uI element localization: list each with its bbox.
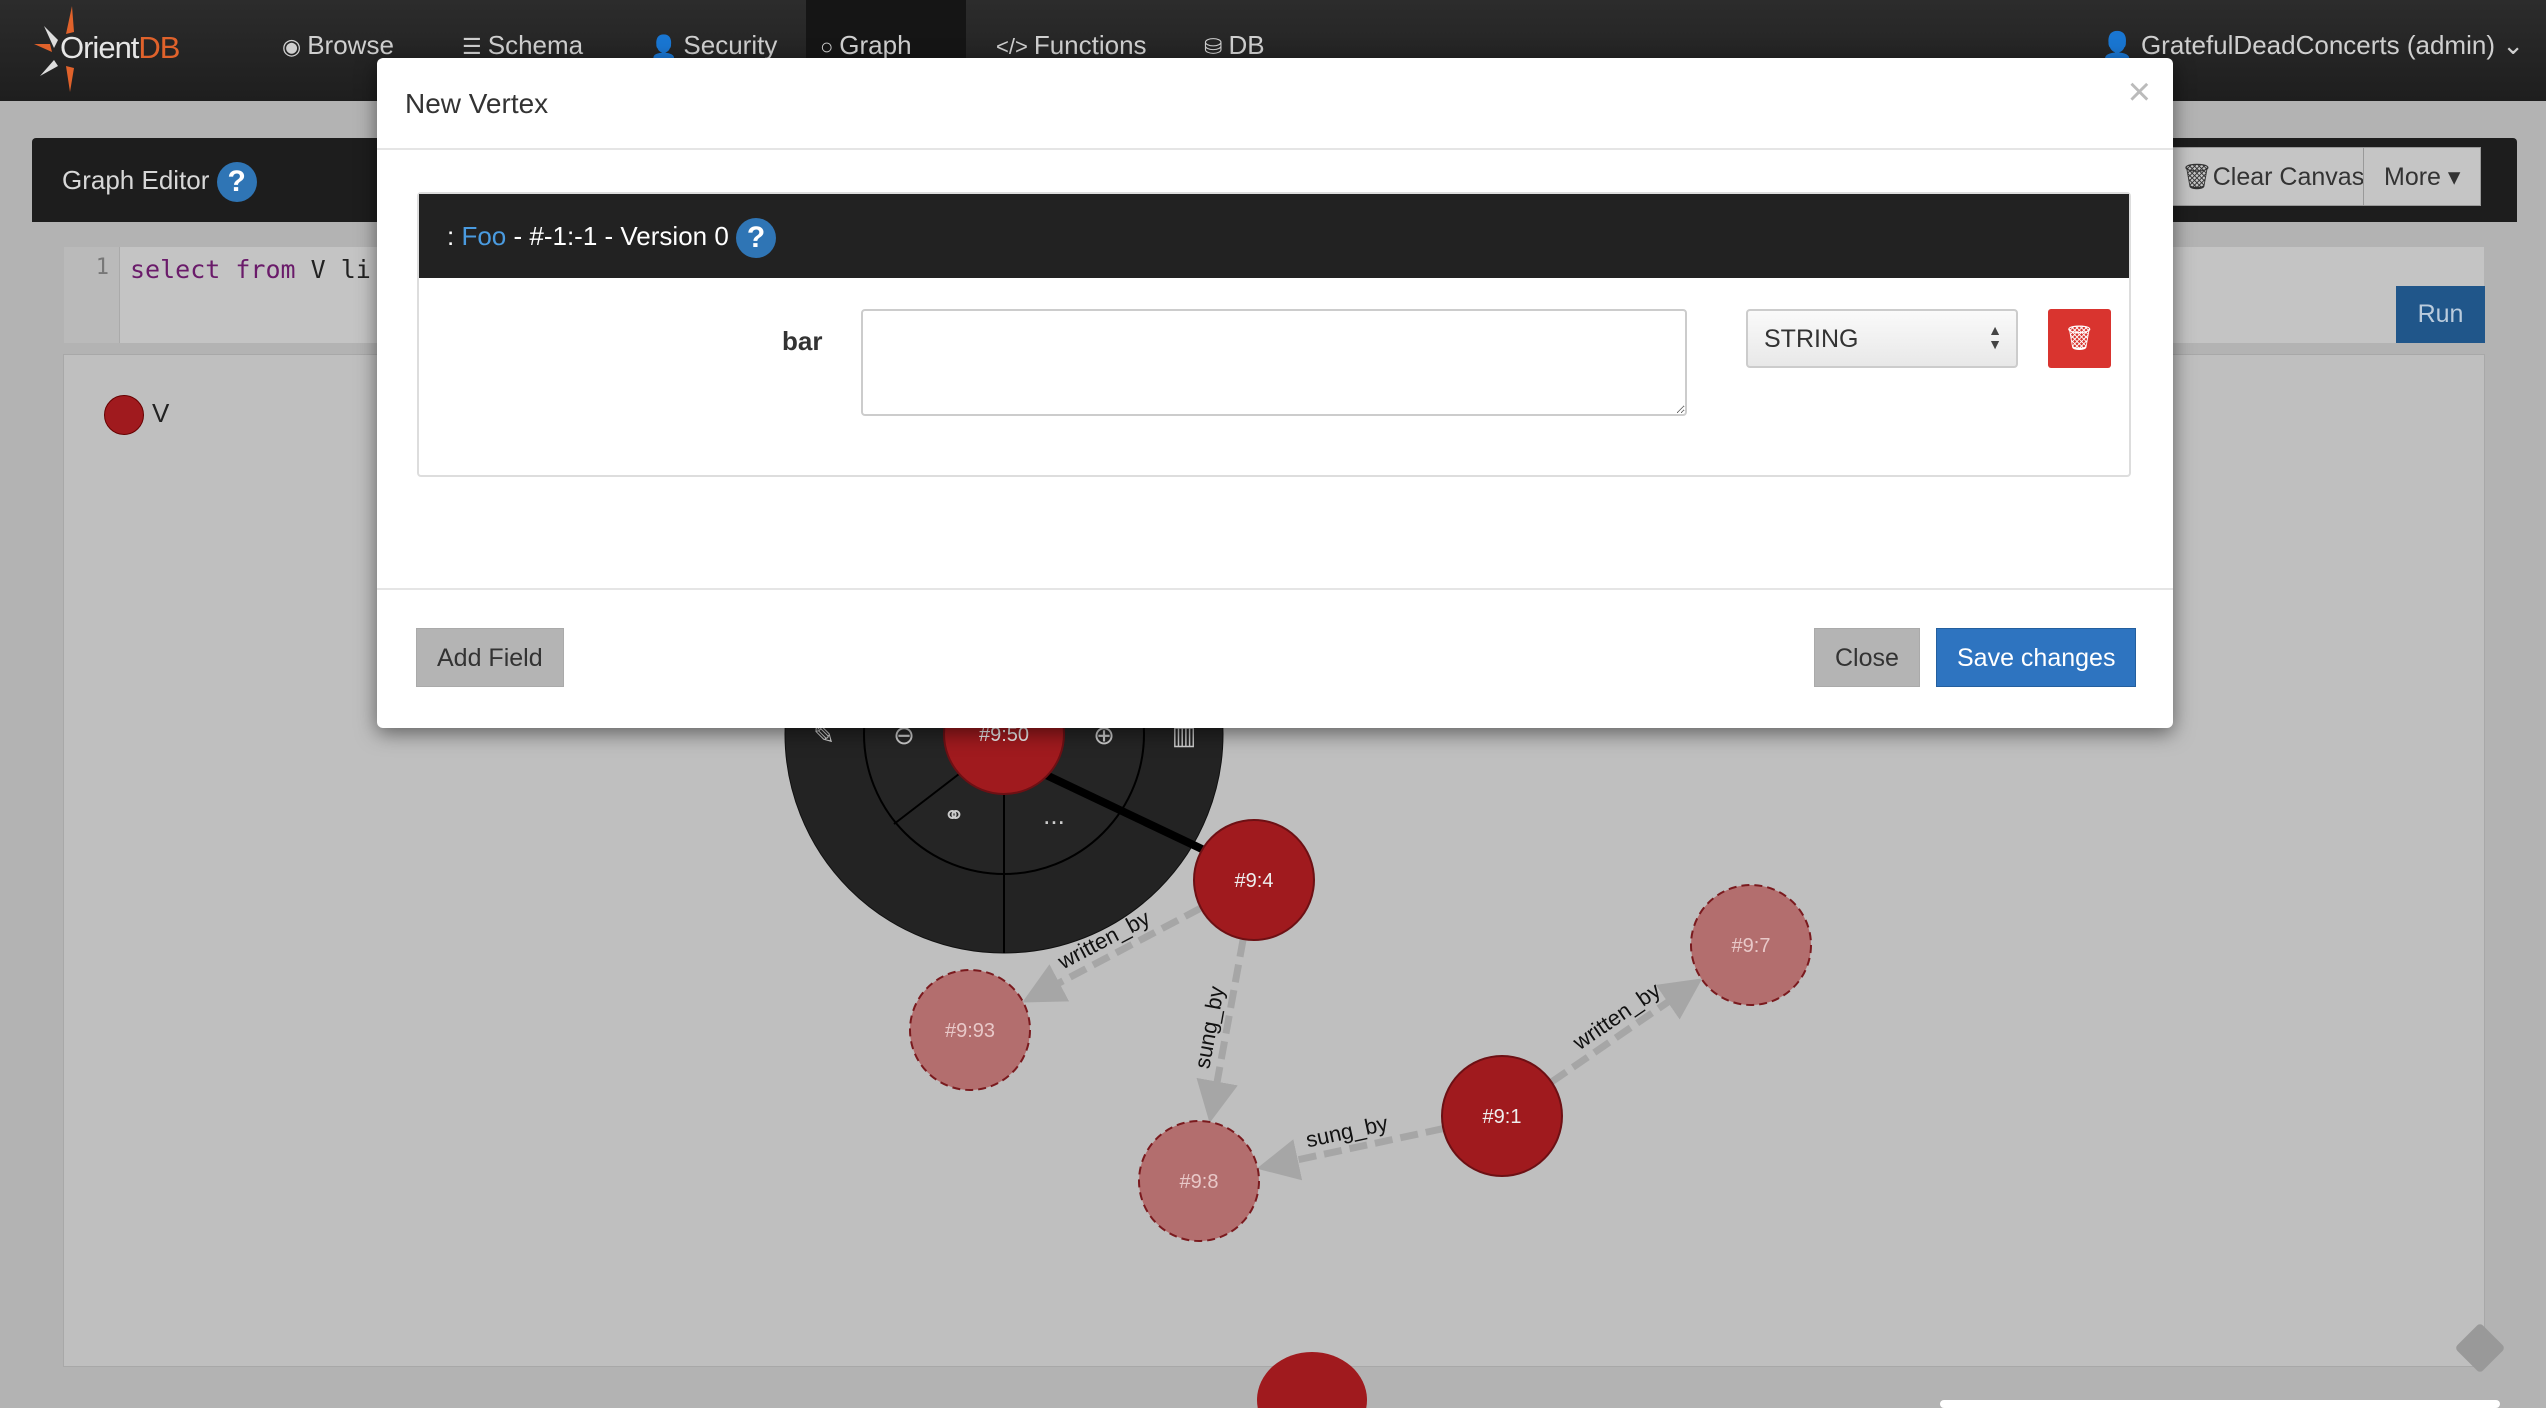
select-arrows-icon: ▲ ▼ bbox=[1988, 322, 2002, 352]
save-changes-button[interactable]: Save changes bbox=[1936, 628, 2137, 687]
add-field-button[interactable]: Add Field bbox=[416, 628, 564, 687]
field-value-input[interactable] bbox=[861, 309, 1687, 416]
vertex-panel: : Foo - #-1:-1 - Version 0 ? bar STRING ▲… bbox=[417, 192, 2131, 477]
header-prefix: : bbox=[447, 220, 462, 251]
header-rid: - #-1:-1 - Version 0 bbox=[506, 220, 729, 251]
node-label: #9:4 bbox=[1235, 870, 1274, 892]
trash-icon: 🗑 bbox=[2064, 325, 2095, 352]
help-icon[interactable]: ? bbox=[736, 218, 777, 258]
graph-node-partial[interactable] bbox=[1257, 1352, 1367, 1408]
node-label: #9:8 bbox=[1180, 1171, 1219, 1193]
node-label: #9:7 bbox=[1732, 935, 1771, 957]
new-vertex-modal: New Vertex × : Foo - #-1:-1 - Version 0 … bbox=[377, 58, 2173, 728]
field-type-select[interactable]: STRING ▲ ▼ bbox=[1746, 309, 2018, 368]
divider bbox=[377, 148, 2173, 150]
close-icon[interactable]: × bbox=[2128, 70, 2151, 115]
modal-title: New Vertex bbox=[405, 88, 549, 119]
node-label: #9:1 bbox=[1483, 1106, 1522, 1128]
select-value: STRING bbox=[1764, 325, 1859, 353]
divider bbox=[377, 588, 2173, 590]
more-icon[interactable]: ... bbox=[1043, 800, 1065, 830]
link-icon[interactable]: ⚭ bbox=[943, 800, 965, 830]
class-link[interactable]: Foo bbox=[461, 221, 506, 251]
delete-field-button[interactable]: 🗑 bbox=[2048, 309, 2111, 368]
vertex-header: : Foo - #-1:-1 - Version 0 ? bbox=[419, 194, 2129, 278]
scrollbar[interactable] bbox=[1940, 1400, 2500, 1408]
node-label: #9:93 bbox=[945, 1020, 995, 1042]
close-button[interactable]: Close bbox=[1814, 628, 1920, 687]
